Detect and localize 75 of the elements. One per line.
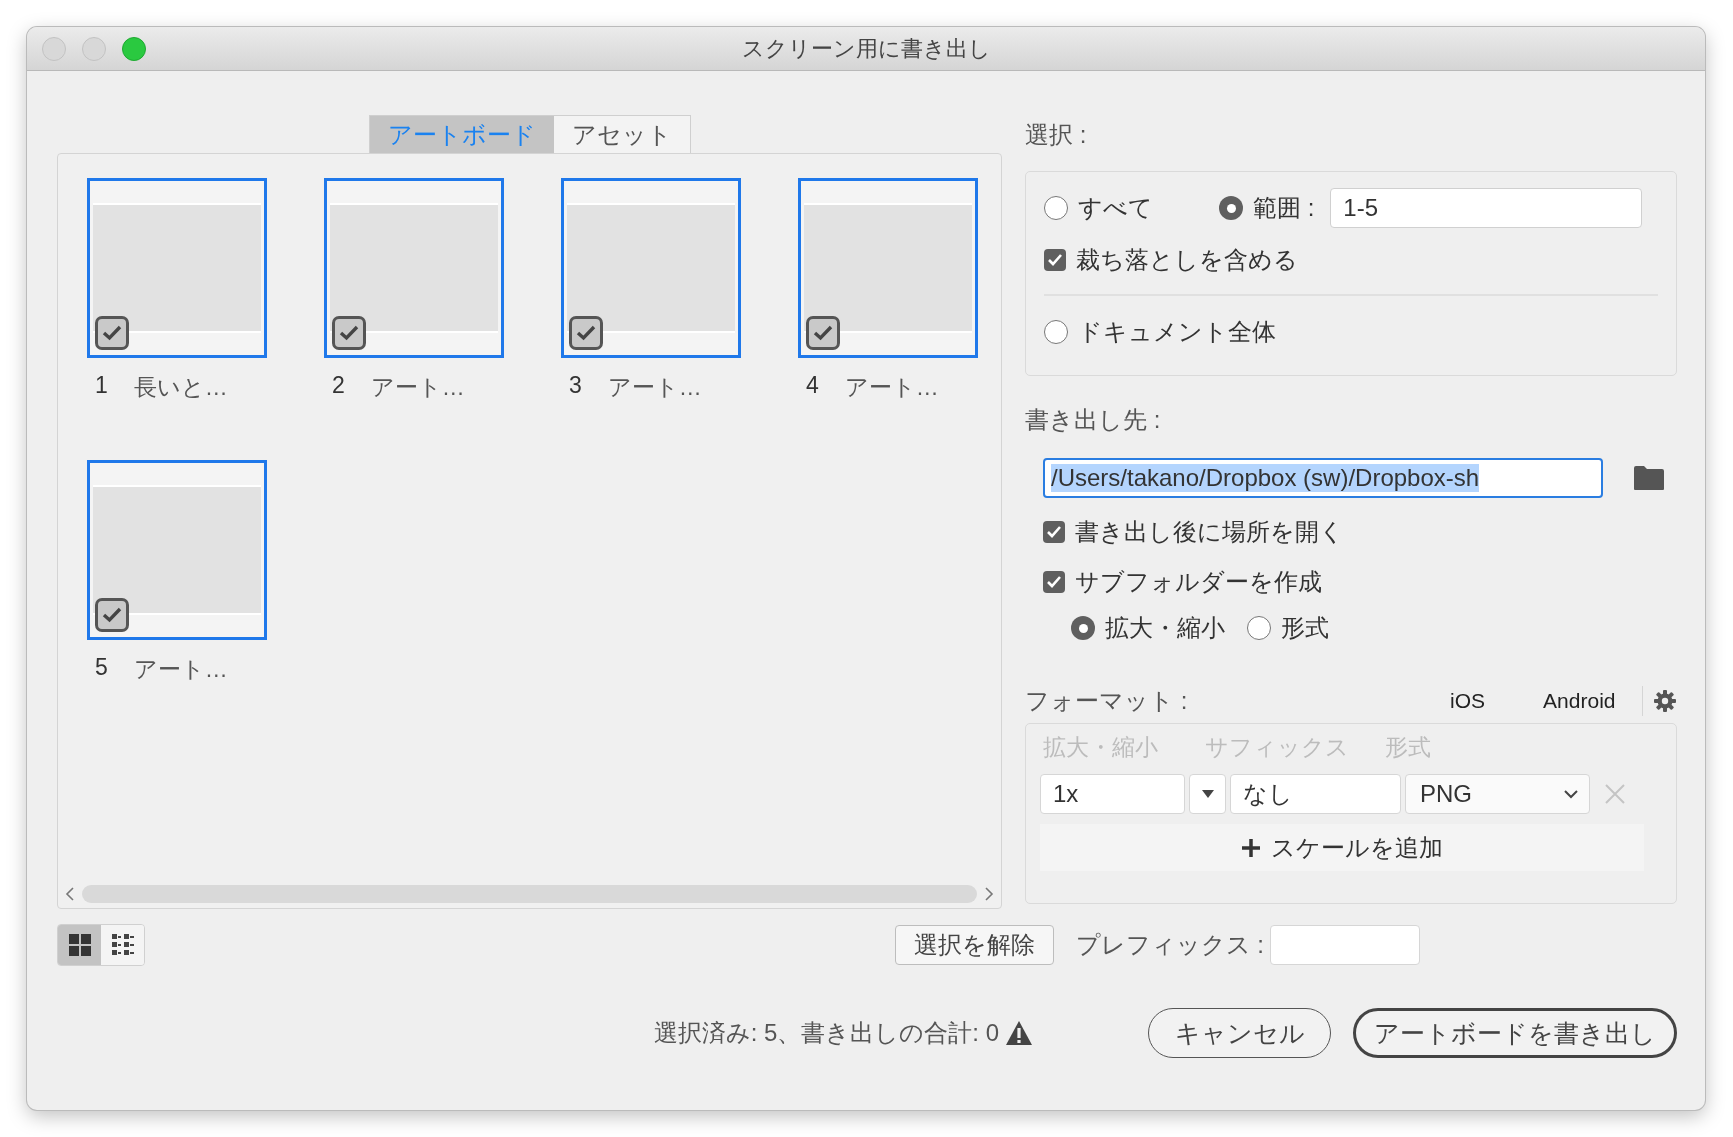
prefix-field[interactable]: [1270, 925, 1420, 965]
artboard-name: 長いと…: [133, 373, 228, 402]
artboard-thumbnail[interactable]: [87, 460, 267, 640]
preset-button[interactable]: iOS: [1450, 689, 1486, 713]
artboard-name: アート…: [844, 373, 939, 402]
chevron-icon: [1563, 789, 1579, 799]
checkbox-label[interactable]: 裁ち落としを含める: [1076, 244, 1298, 276]
radio-button[interactable]: [1219, 196, 1243, 220]
artboard-thumbnail[interactable]: [561, 178, 741, 358]
scroll-left-icon[interactable]: [64, 886, 76, 902]
checkbox[interactable]: [332, 316, 366, 350]
tab[interactable]: アセット: [553, 116, 690, 153]
deselect-button[interactable]: 選択を解除: [894, 925, 1054, 965]
artboard-number: 2: [332, 372, 345, 400]
checkbox[interactable]: [95, 316, 129, 350]
checkmark-icon: [102, 607, 122, 623]
artboard-number: 5: [95, 654, 108, 682]
radio-label[interactable]: 範囲 :: [1253, 192, 1315, 224]
radio-button[interactable]: [1044, 320, 1068, 344]
plus-icon[interactable]: [1241, 837, 1261, 858]
artboard-thumbnail[interactable]: [324, 178, 504, 358]
checkbox-label[interactable]: 書き出し後に場所を開く: [1075, 516, 1344, 548]
status-text: 選択済み: 5、書き出しの合計: 0: [653, 1018, 999, 1048]
radio-label[interactable]: 形式: [1281, 612, 1329, 644]
checkbox[interactable]: [569, 316, 603, 350]
checkmark-icon: [576, 325, 596, 341]
checkmark-icon: [339, 325, 359, 341]
artboard-name: アート…: [133, 655, 228, 684]
cancel-button[interactable]: キャンセル: [1148, 1008, 1331, 1058]
checkbox[interactable]: [1043, 521, 1065, 543]
prefix-label: プレフィックス :: [1075, 930, 1264, 960]
view-toggle[interactable]: [101, 925, 144, 965]
warning-icon: [1005, 1020, 1033, 1046]
checkbox[interactable]: [95, 598, 129, 632]
checkbox[interactable]: [806, 316, 840, 350]
radio-label[interactable]: すべて: [1078, 192, 1153, 224]
checkmark-icon: [1047, 253, 1063, 267]
path-field[interactable]: /Users/takano/Dropbox (sw)/Dropbox-sh: [1043, 458, 1603, 498]
artboard-number: 4: [806, 372, 819, 400]
section-label: 書き出し先 :: [1025, 406, 1162, 434]
grid-view-icon: [67, 933, 92, 957]
radio-label[interactable]: 拡大・縮小: [1105, 612, 1225, 644]
artboard-number: 3: [569, 372, 582, 400]
radio-button[interactable]: [1071, 616, 1095, 640]
dropdown-icon: [1200, 789, 1215, 799]
checkbox[interactable]: [1044, 249, 1066, 271]
radio-label[interactable]: ドキュメント全体: [1078, 316, 1276, 348]
scale-field[interactable]: 1x: [1040, 774, 1185, 814]
folder-icon[interactable]: [1633, 465, 1665, 491]
artboard-number: 1: [95, 372, 108, 400]
scroll-right-icon[interactable]: [983, 886, 995, 902]
artboard-thumbnail[interactable]: [87, 178, 267, 358]
checkbox[interactable]: [1043, 571, 1065, 593]
view-toggle[interactable]: [58, 925, 101, 965]
checkbox-label[interactable]: サブフォルダーを作成: [1075, 566, 1322, 598]
checkmark-icon: [1046, 525, 1062, 539]
range-field[interactable]: 1-5: [1330, 188, 1643, 228]
window-title: スクリーン用に書き出し: [741, 35, 991, 61]
checkmark-icon: [813, 325, 833, 341]
suffix-field[interactable]: なし: [1230, 774, 1401, 814]
checkmark-icon: [102, 325, 122, 341]
checkmark-icon: [1046, 575, 1062, 589]
section-label: 選択 :: [1025, 121, 1088, 149]
section-label: フォーマット :: [1025, 687, 1189, 715]
list-view-icon: [110, 933, 135, 957]
add-scale-button[interactable]: スケールを追加: [1271, 831, 1443, 864]
radio-button[interactable]: [1044, 196, 1068, 220]
preset-button[interactable]: Android: [1543, 689, 1616, 713]
artboard-name: アート…: [370, 373, 465, 402]
format-select[interactable]: PNG: [1405, 774, 1590, 814]
scale-dropdown[interactable]: [1189, 774, 1226, 814]
radio-button[interactable]: [1247, 616, 1271, 640]
artboard-name: アート…: [607, 373, 702, 402]
artboard-thumbnail[interactable]: [798, 178, 978, 358]
export-button[interactable]: アートボードを書き出し: [1353, 1008, 1677, 1058]
